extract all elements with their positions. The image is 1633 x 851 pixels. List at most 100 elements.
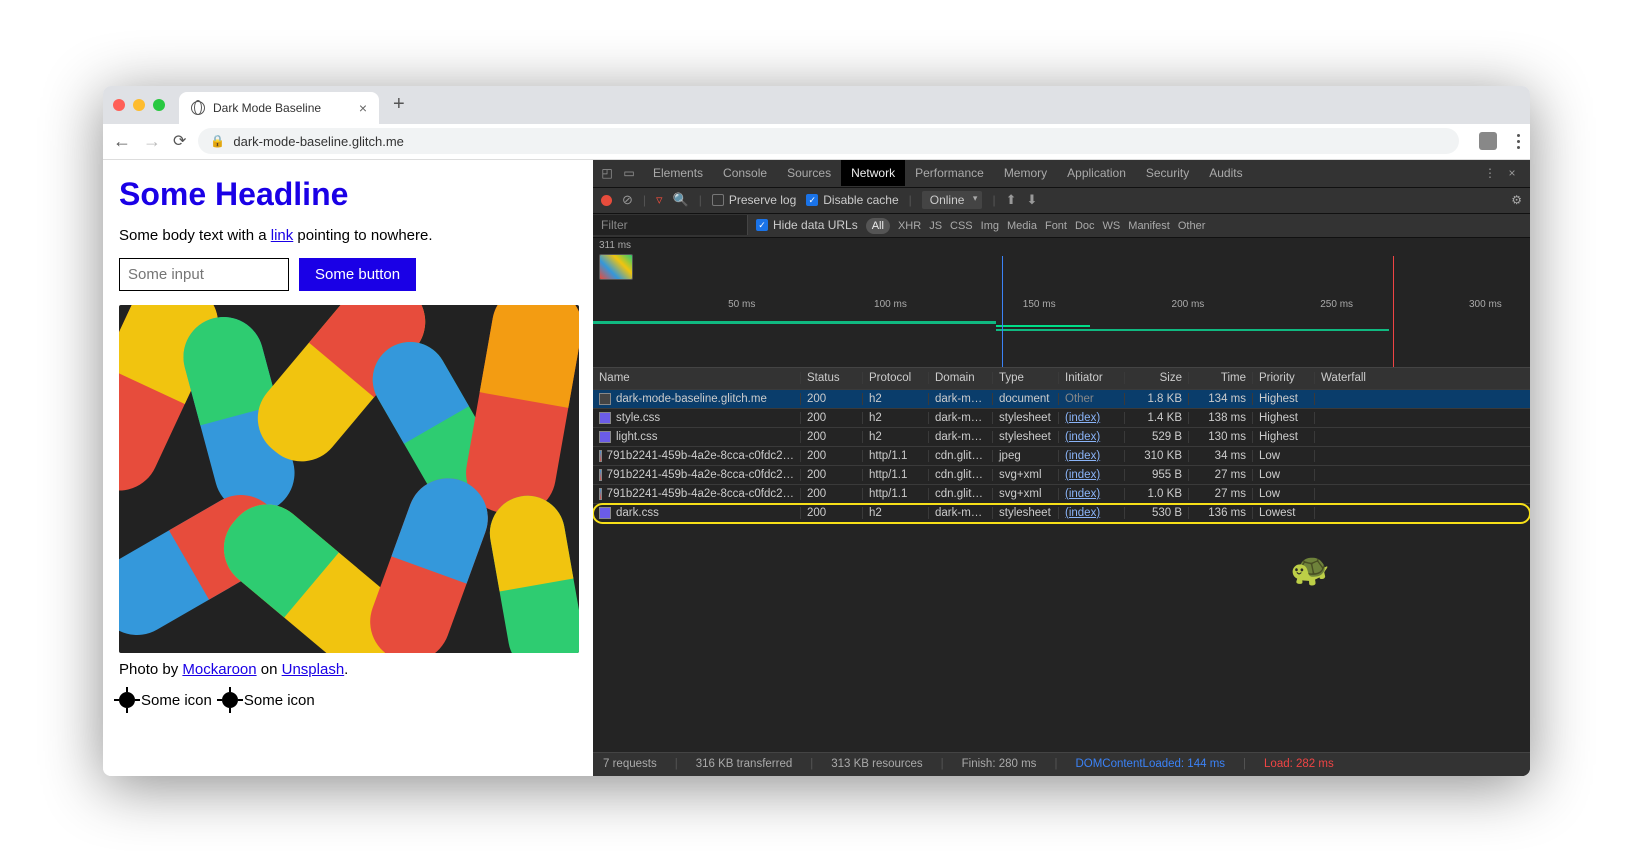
- bulb-icon: [222, 692, 238, 708]
- devtools-close-icon[interactable]: ×: [1504, 165, 1520, 181]
- close-window-icon[interactable]: [113, 99, 125, 111]
- network-row[interactable]: 791b2241-459b-4a2e-8cca-c0fdc2…200http/1…: [593, 466, 1530, 485]
- page-headline: Some Headline: [119, 176, 577, 213]
- network-row[interactable]: dark-mode-baseline.glitch.me200h2dark-mo…: [593, 390, 1530, 409]
- filter-input[interactable]: Filter: [593, 215, 748, 235]
- load-marker: [1393, 256, 1394, 367]
- network-row[interactable]: 791b2241-459b-4a2e-8cca-c0fdc2…200http/1…: [593, 447, 1530, 466]
- devtools-tab-network[interactable]: Network: [841, 160, 905, 186]
- network-row[interactable]: 791b2241-459b-4a2e-8cca-c0fdc2…200http/1…: [593, 485, 1530, 504]
- image-caption: Photo by Mockaroon on Unsplash.: [119, 661, 577, 678]
- status-dcl: DOMContentLoaded: 144 ms: [1075, 758, 1225, 770]
- filter-type-ws[interactable]: WS: [1103, 220, 1121, 232]
- chrome-tab-strip: Dark Mode Baseline × +: [103, 86, 1530, 124]
- file-type-icon: [599, 431, 611, 443]
- filter-type-media[interactable]: Media: [1007, 220, 1037, 232]
- network-table-header[interactable]: Name Status Protocol Domain Type Initiat…: [593, 368, 1530, 390]
- devtools-tab-strip: ◰ ▭ ElementsConsoleSourcesNetworkPerform…: [593, 160, 1530, 188]
- filter-toggle-icon[interactable]: ▿: [656, 192, 663, 208]
- timeline-total: 311 ms: [599, 240, 631, 251]
- device-toggle-icon[interactable]: ▭: [621, 165, 637, 181]
- window-controls: [113, 99, 165, 111]
- filter-type-other[interactable]: Other: [1178, 220, 1206, 232]
- network-row[interactable]: style.css200h2dark-mo…stylesheet(index)1…: [593, 409, 1530, 428]
- browser-tab[interactable]: Dark Mode Baseline ×: [179, 92, 379, 124]
- site-link[interactable]: Unsplash: [282, 661, 345, 678]
- devtools-tab-sources[interactable]: Sources: [777, 160, 841, 186]
- devtools-tab-elements[interactable]: Elements: [643, 160, 713, 186]
- devtools-menu-icon[interactable]: ⋮: [1482, 165, 1498, 181]
- author-link[interactable]: Mockaroon: [182, 661, 256, 678]
- filter-type-doc[interactable]: Doc: [1075, 220, 1095, 232]
- demo-input[interactable]: [119, 258, 289, 291]
- filter-type-all[interactable]: All: [866, 218, 890, 234]
- icons-row: Some icon Some icon: [119, 692, 577, 709]
- back-button[interactable]: ←: [113, 131, 131, 152]
- filmstrip-thumb: [599, 254, 633, 280]
- page-viewport: Some Headline Some body text with a link…: [103, 160, 593, 776]
- filter-type-img[interactable]: Img: [981, 220, 999, 232]
- minimize-window-icon[interactable]: [133, 99, 145, 111]
- hero-image: [119, 305, 579, 653]
- throttle-select[interactable]: Online: [922, 191, 983, 209]
- settings-gear-icon[interactable]: ⚙: [1511, 193, 1522, 207]
- lock-icon: 🔒: [210, 134, 225, 148]
- network-row[interactable]: light.css200h2dark-mo…stylesheet(index)5…: [593, 428, 1530, 447]
- file-type-icon: [599, 469, 602, 481]
- file-type-icon: [599, 412, 611, 424]
- clear-icon[interactable]: ⊘: [622, 192, 633, 208]
- devtools-tab-application[interactable]: Application: [1057, 160, 1136, 186]
- filter-type-font[interactable]: Font: [1045, 220, 1067, 232]
- body-link[interactable]: link: [271, 227, 294, 244]
- file-type-icon: [599, 393, 611, 405]
- forward-button[interactable]: →: [143, 131, 161, 152]
- reload-button[interactable]: ⟳: [173, 131, 186, 151]
- file-type-icon: [599, 507, 611, 519]
- status-load: Load: 282 ms: [1264, 758, 1334, 770]
- bulb-icon: [119, 692, 135, 708]
- address-bar[interactable]: 🔒 dark-mode-baseline.glitch.me: [198, 128, 1459, 154]
- network-status-bar: 7 requests | 316 KB transferred | 313 KB…: [593, 752, 1530, 776]
- devtools-tab-audits[interactable]: Audits: [1199, 160, 1252, 186]
- chrome-menu-icon[interactable]: [1517, 134, 1520, 149]
- filter-type-css[interactable]: CSS: [950, 220, 973, 232]
- status-resources: 313 KB resources: [831, 758, 922, 770]
- devtools-panel: ◰ ▭ ElementsConsoleSourcesNetworkPerform…: [593, 160, 1530, 776]
- status-finish: Finish: 280 ms: [962, 758, 1037, 770]
- filter-type-xhr[interactable]: XHR: [898, 220, 921, 232]
- upload-icon[interactable]: ⬆: [1006, 192, 1017, 208]
- devtools-tab-performance[interactable]: Performance: [905, 160, 994, 186]
- file-type-icon: [599, 450, 602, 462]
- devtools-tab-memory[interactable]: Memory: [994, 160, 1057, 186]
- record-icon[interactable]: [601, 195, 612, 206]
- maximize-window-icon[interactable]: [153, 99, 165, 111]
- devtools-tab-console[interactable]: Console: [713, 160, 777, 186]
- address-bar-row: ← → ⟳ 🔒 dark-mode-baseline.glitch.me: [103, 124, 1530, 160]
- extension-icon[interactable]: [1479, 132, 1497, 150]
- hide-data-urls-checkbox[interactable]: ✓Hide data URLs: [756, 218, 858, 232]
- close-tab-icon[interactable]: ×: [359, 100, 367, 116]
- globe-icon: [191, 101, 205, 115]
- disable-cache-checkbox[interactable]: ✓Disable cache: [806, 193, 898, 207]
- browser-window: Dark Mode Baseline × + ← → ⟳ 🔒 dark-mode…: [103, 86, 1530, 776]
- page-body: Some body text with a link pointing to n…: [119, 227, 577, 244]
- turtle-icon: 🐢: [1290, 550, 1330, 588]
- tab-title: Dark Mode Baseline: [213, 101, 351, 115]
- inspect-icon[interactable]: ◰: [599, 165, 615, 181]
- filter-type-manifest[interactable]: Manifest: [1128, 220, 1170, 232]
- network-table-body: dark-mode-baseline.glitch.me200h2dark-mo…: [593, 390, 1530, 752]
- demo-button[interactable]: Some button: [299, 258, 416, 291]
- preserve-log-checkbox[interactable]: Preserve log: [712, 193, 796, 207]
- network-row[interactable]: dark.css200h2dark-mo…stylesheet(index)53…: [593, 504, 1530, 523]
- network-timeline[interactable]: 311 ms 50 ms100 ms150 ms200 ms250 ms300 …: [593, 238, 1530, 368]
- devtools-tab-security[interactable]: Security: [1136, 160, 1199, 186]
- search-icon[interactable]: 🔍: [673, 192, 689, 208]
- download-icon[interactable]: ⬇: [1026, 192, 1037, 208]
- network-filter-bar: Filter ✓Hide data URLs All XHR JS CSS Img Med…: [593, 214, 1530, 238]
- network-toolbar: ⊘ | ▿ 🔍 | Preserve log ✓Disable cache | …: [593, 188, 1530, 214]
- status-transferred: 316 KB transferred: [696, 758, 793, 770]
- filter-type-js[interactable]: JS: [929, 220, 942, 232]
- file-type-icon: [599, 488, 602, 500]
- new-tab-button[interactable]: +: [393, 93, 405, 116]
- status-requests: 7 requests: [603, 758, 657, 770]
